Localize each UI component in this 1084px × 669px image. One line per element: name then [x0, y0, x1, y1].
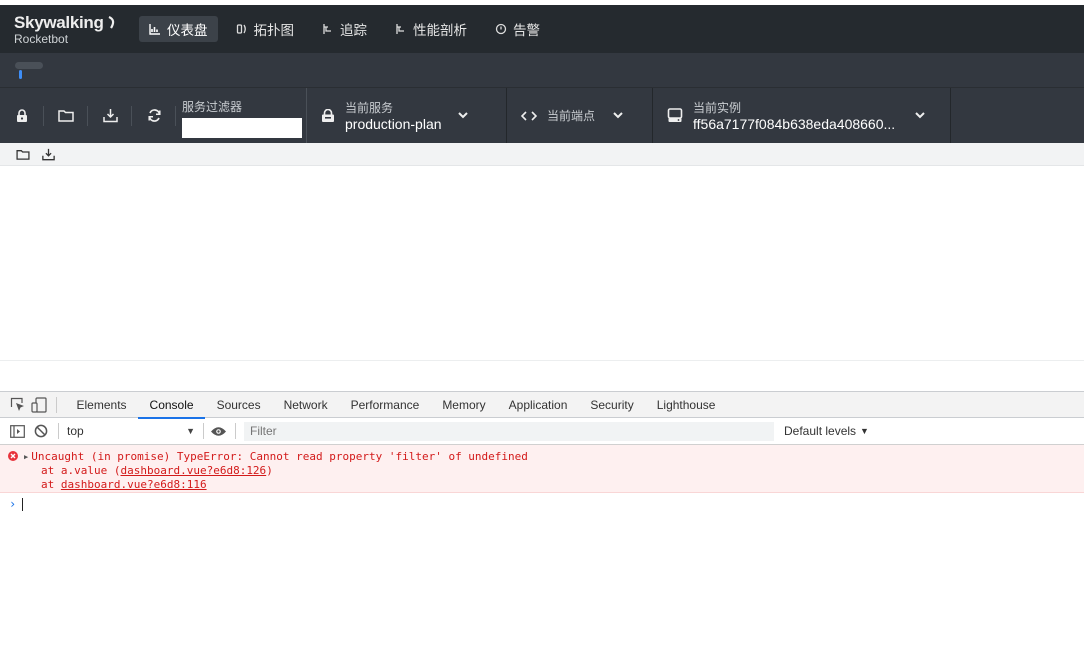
nav-label: 追踪: [340, 23, 367, 38]
tab-application[interactable]: Application: [497, 391, 579, 418]
inspect-element-button[interactable]: [6, 394, 28, 416]
dashboard-content: [0, 166, 1084, 361]
service-label: 当前服务: [345, 101, 394, 115]
dashboard-tab-pill[interactable]: [15, 62, 43, 69]
refresh-icon: [147, 109, 161, 122]
tab-security[interactable]: Security: [579, 391, 645, 418]
clear-icon: [34, 424, 48, 438]
download-button[interactable]: [88, 88, 132, 143]
eye-icon[interactable]: [210, 426, 227, 437]
source-link[interactable]: dashboard.vue?e6d8:126: [120, 464, 266, 477]
expand-triangle-icon[interactable]: ▶: [24, 450, 28, 464]
tab-elements[interactable]: Elements: [65, 391, 138, 418]
service-icon: [322, 108, 334, 122]
stack-frame: at dashboard.vue?e6d8:116: [41, 478, 207, 491]
inspect-icon: [10, 397, 24, 411]
service-value: production-plan: [345, 116, 442, 132]
service-filter: 服务过滤器: [176, 88, 307, 143]
nav-item-topology[interactable]: 拓扑图: [226, 16, 305, 42]
download-icon: [102, 109, 118, 123]
device-icon: [31, 396, 47, 413]
error-icon: [8, 451, 18, 461]
top-navbar: Skywalking Rocketbot 仪表盘 拓扑图 追踪 性能剖析 告警: [0, 5, 1084, 53]
panel-actions-bar: [0, 143, 1084, 166]
device-toolbar-button[interactable]: [28, 394, 50, 416]
brand: Skywalking Rocketbot: [14, 13, 139, 46]
console-toolbar: top ▼ Default levels ▼: [0, 418, 1084, 445]
nav-item-alarm[interactable]: 告警: [485, 16, 550, 42]
chevron-down-icon: [915, 112, 925, 119]
lock-icon: [17, 108, 27, 122]
endpoint-label: 当前端点: [547, 109, 596, 123]
nav-item-dashboard[interactable]: 仪表盘: [139, 16, 218, 42]
nav-label: 性能剖析: [413, 23, 467, 38]
chevron-down-icon: [613, 112, 623, 119]
server-icon: [667, 108, 683, 122]
lock-button[interactable]: [0, 88, 44, 143]
log-levels-dropdown[interactable]: Default levels ▼: [784, 424, 869, 438]
nav-item-profile[interactable]: 性能剖析: [385, 16, 477, 42]
instance-value: ff56a7177f084b638eda408660...: [693, 116, 896, 132]
folder-icon: [58, 110, 74, 122]
dropdown-arrow-icon: ▼: [186, 426, 195, 436]
profile-icon: [396, 24, 404, 34]
topology-icon: [236, 24, 246, 34]
nav-label: 拓扑图: [253, 23, 295, 38]
devtools-tabbar: Elements Console Sources Network Perform…: [0, 391, 1084, 419]
tab-performance[interactable]: Performance: [339, 391, 431, 418]
trace-icon: [323, 24, 331, 34]
tab-memory[interactable]: Memory: [431, 391, 497, 418]
clear-console-button[interactable]: [30, 420, 52, 442]
tab-sources[interactable]: Sources: [205, 391, 272, 418]
brand-sub: Rocketbot: [14, 31, 69, 46]
nav-label: 仪表盘: [167, 23, 208, 38]
error-text: Uncaught (in promise) TypeError: Cannot …: [31, 450, 528, 463]
folder-button[interactable]: [44, 88, 88, 143]
source-link[interactable]: dashboard.vue?e6d8:116: [61, 478, 207, 491]
service-selector[interactable]: 当前服务 production-plan: [307, 88, 507, 143]
active-tab-indicator: [19, 70, 22, 79]
nav-label: 告警: [513, 23, 540, 38]
show-sidebar-button[interactable]: [6, 420, 28, 442]
console-error-message: ▶ Uncaught (in promise) TypeError: Canno…: [0, 445, 1084, 493]
instance-label: 当前实例: [693, 101, 742, 115]
dropdown-arrow-icon: ▼: [860, 426, 869, 436]
tab-console[interactable]: Console: [138, 391, 206, 419]
dashboard-toolbar: 服务过滤器 当前服务 production-plan 当前端点 当前实例 ff5…: [0, 87, 1084, 143]
alarm-icon: [495, 23, 507, 35]
text-caret: [22, 497, 24, 511]
sidebar-toggle-icon: [9, 424, 25, 438]
service-filter-label: 服务过滤器: [182, 100, 243, 114]
nav-item-trace[interactable]: 追踪: [312, 16, 377, 42]
refresh-button[interactable]: [132, 88, 176, 143]
stack-frame: at a.value (dashboard.vue?e6d8:126): [41, 464, 273, 477]
tab-lighthouse[interactable]: Lighthouse: [645, 391, 727, 418]
tab-network[interactable]: Network: [272, 391, 339, 418]
dashboard-tab-strip: [0, 53, 1084, 87]
context-value: top: [67, 424, 84, 438]
chart-icon: [149, 24, 160, 35]
folder-icon[interactable]: [16, 149, 30, 160]
download-icon[interactable]: [42, 148, 55, 161]
prompt-chevron-icon: ›: [9, 497, 17, 511]
service-filter-input[interactable]: [182, 118, 302, 138]
console-filter-input[interactable]: [244, 421, 774, 441]
context-selector[interactable]: top ▼: [61, 424, 201, 438]
endpoint-selector[interactable]: 当前端点: [507, 88, 653, 143]
console-prompt[interactable]: ›: [0, 493, 1084, 515]
instance-selector[interactable]: 当前实例 ff56a7177f084b638eda408660...: [653, 88, 951, 143]
logo-swoosh-icon: [108, 15, 114, 29]
brand-name: Skywalking: [14, 13, 139, 33]
main-nav: 仪表盘 拓扑图 追踪 性能剖析 告警: [139, 16, 550, 42]
code-icon: [521, 110, 537, 121]
chevron-down-icon: [457, 112, 468, 119]
levels-label: Default levels: [784, 424, 857, 438]
